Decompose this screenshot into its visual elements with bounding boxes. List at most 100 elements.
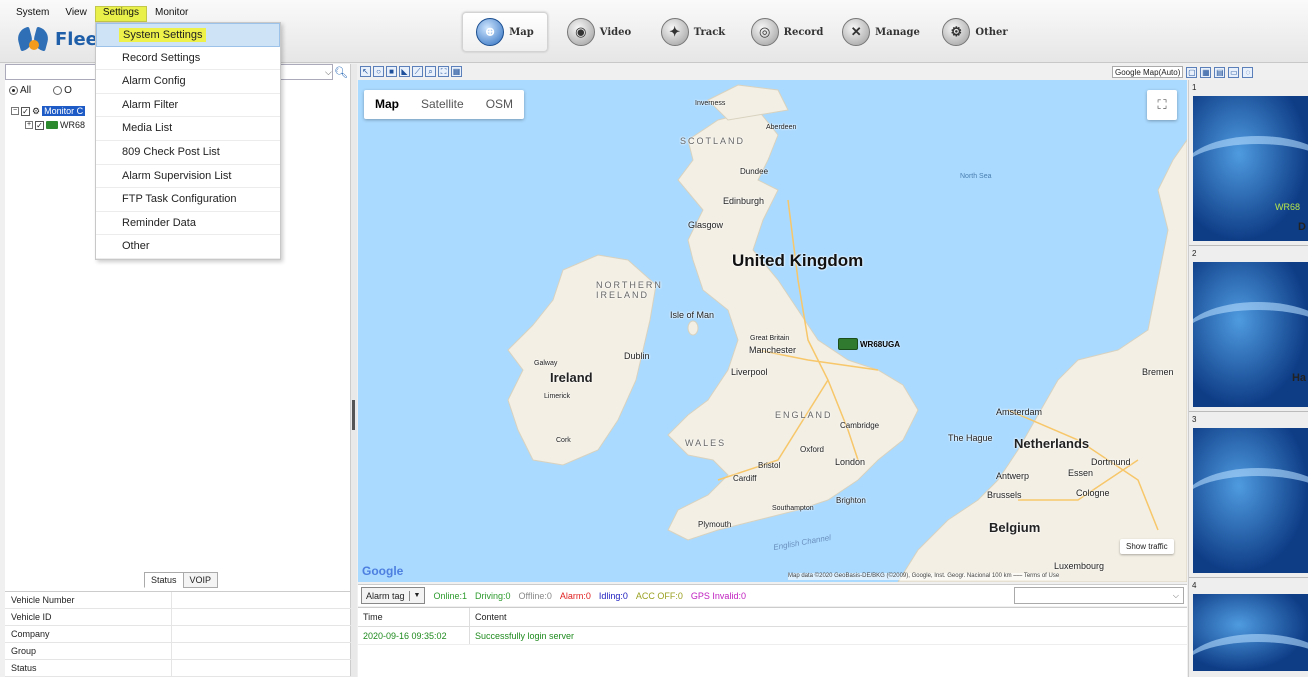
stat-driving[interactable]: Driving:0 xyxy=(475,591,511,601)
map-label-limerick: Limerick xyxy=(544,393,571,400)
map-view[interactable]: United Kingdom Ireland Netherlands Belgi… xyxy=(358,80,1187,582)
camera-icon: ◉ xyxy=(566,18,595,46)
video-slot[interactable]: 3 Ha xyxy=(1189,372,1308,578)
map-label-cambridge: Cambridge xyxy=(840,421,880,430)
stat-gps-invalid[interactable]: GPS Invalid:0 xyxy=(691,591,746,601)
search-icon[interactable]: 🔍︎ xyxy=(333,64,349,80)
menu-item-alarm-filter[interactable]: Alarm Filter xyxy=(96,94,280,118)
tree-node-vehicle[interactable]: + ✓ WR68 xyxy=(11,118,85,132)
zoom-tool-icon[interactable]: ⌕ xyxy=(425,66,436,77)
land-continent xyxy=(897,139,1187,582)
menu-item-ftp-task-configuration[interactable]: FTP Task Configuration xyxy=(96,188,280,212)
layout-4-icon[interactable]: ▦ xyxy=(1200,66,1212,78)
circle-tool-icon[interactable]: ○ xyxy=(373,66,384,77)
filter-other-radio[interactable]: O xyxy=(53,85,72,96)
checkbox[interactable]: ✓ xyxy=(21,106,30,116)
info-key: Vehicle ID xyxy=(5,609,172,625)
info-key: Vehicle Number xyxy=(5,592,172,608)
map-label-cardiff: Cardiff xyxy=(733,474,757,483)
menu-item-other[interactable]: Other xyxy=(96,235,280,259)
layout-grid-icon[interactable]: ▤ xyxy=(1214,66,1226,78)
show-traffic-button[interactable]: Show traffic xyxy=(1120,539,1174,554)
gear-icon: ⚙ xyxy=(942,18,971,46)
menu-item-system-settings[interactable]: System Settings xyxy=(96,23,280,47)
map-type-osm[interactable]: OSM xyxy=(475,90,524,119)
map-provider-select[interactable]: Google Map(Auto) xyxy=(1112,66,1184,78)
radio-label: O xyxy=(64,85,72,96)
manage-icon: ✕ xyxy=(842,18,871,46)
checkbox[interactable]: ✓ xyxy=(35,120,44,130)
video-slot[interactable]: 4 xyxy=(1189,578,1308,675)
status-select[interactable]: ⌵ xyxy=(1014,587,1184,604)
tab-status[interactable]: Status xyxy=(144,572,184,588)
vehicle-marker[interactable]: WR68UGA xyxy=(838,338,900,350)
menu-view[interactable]: View xyxy=(57,6,95,22)
menu-system[interactable]: System xyxy=(8,6,57,22)
menu-item-reminder-data[interactable]: Reminder Data xyxy=(96,212,280,236)
tree-node-label[interactable]: WR68 xyxy=(60,120,85,130)
video-screen[interactable] xyxy=(1193,262,1308,407)
polygon-tool-icon[interactable]: ◣ xyxy=(399,66,410,77)
stat-alarm[interactable]: Alarm:0 xyxy=(560,591,591,601)
fit-tool-icon[interactable]: ⛶ xyxy=(438,66,449,77)
video-slot[interactable]: 1 WR68 xyxy=(1189,80,1308,246)
alarm-tag-label: Alarm tag xyxy=(362,590,410,601)
stat-online[interactable]: Online:1 xyxy=(433,591,467,601)
map-toolbar: ↖ ○ ■ ◣ ⟋ ⌕ ⛶ ▦ xyxy=(360,66,462,77)
video-screen[interactable]: WR68 xyxy=(1193,96,1308,241)
menu-item-record-settings[interactable]: Record Settings xyxy=(96,47,280,71)
menu-item-alarm-supervision-list[interactable]: Alarm Supervision List xyxy=(96,165,280,189)
map-type-satellite[interactable]: Satellite xyxy=(410,90,475,119)
map-label-edinburgh: Edinburgh xyxy=(723,196,765,206)
fullscreen-icon[interactable]: ⛶ xyxy=(1147,90,1177,120)
nav-label: Manage xyxy=(875,26,920,38)
menu-item-media-list[interactable]: Media List xyxy=(96,117,280,141)
line-tool-icon[interactable]: ⟋ xyxy=(412,66,423,77)
chevron-down-icon[interactable]: ⌵ xyxy=(325,67,332,78)
stat-idling[interactable]: Idling:0 xyxy=(599,591,628,601)
splitter-grip[interactable] xyxy=(352,400,355,430)
video-screen[interactable] xyxy=(1193,594,1308,671)
menu-item-809-check-post-list[interactable]: 809 Check Post List xyxy=(96,141,280,165)
nav-map-button[interactable]: ⊕ Map xyxy=(462,12,548,52)
nav-track-button[interactable]: ✦ Track xyxy=(650,12,736,52)
log-header-time[interactable]: Time xyxy=(358,608,470,626)
measure-tool-icon[interactable]: ▦ xyxy=(451,66,462,77)
info-row: Vehicle ID xyxy=(5,609,351,626)
video-slot[interactable]: 2 D xyxy=(1189,221,1308,412)
nav-video-button[interactable]: ◉ Video xyxy=(556,12,642,52)
nav-label: Track xyxy=(693,26,726,38)
stat-acc-off[interactable]: ACC OFF:0 xyxy=(636,591,683,601)
map-label-netherlands: Netherlands xyxy=(1014,436,1090,451)
pointer-tool-icon[interactable]: ↖ xyxy=(360,66,371,77)
vehicle-info-table: Vehicle Number Vehicle ID Company Group … xyxy=(5,591,351,677)
table-row[interactable]: 2020-09-16 09:35:02 Successfully login s… xyxy=(358,627,1187,645)
menu-item-label: System Settings xyxy=(119,28,207,42)
menu-monitor[interactable]: Monitor xyxy=(147,6,196,22)
tree-node-root[interactable]: − ✓ ⚙ Monitor C xyxy=(11,104,86,118)
panel-splitter[interactable] xyxy=(351,64,357,677)
expand-icon[interactable]: + xyxy=(25,121,33,129)
rectangle-tool-icon[interactable]: ■ xyxy=(386,66,397,77)
alarm-tag-dropdown[interactable]: Alarm tag ▼ xyxy=(361,587,426,604)
nav-other-button[interactable]: ⚙ Other xyxy=(932,12,1018,52)
map-label-great-britain: Great Britain xyxy=(750,335,790,342)
tab-voip[interactable]: VOIP xyxy=(182,572,219,588)
stat-offline[interactable]: Offline:0 xyxy=(519,591,552,601)
filter-all-radio[interactable]: All xyxy=(9,85,31,96)
tree-node-label[interactable]: Monitor C xyxy=(42,106,86,116)
collapse-icon[interactable]: − xyxy=(11,107,19,115)
settings-icon[interactable]: ◌ xyxy=(1242,66,1254,78)
video-slot-number: 3 xyxy=(1192,415,1197,424)
map-label-brighton: Brighton xyxy=(836,496,866,505)
menu-item-alarm-config[interactable]: Alarm Config xyxy=(96,70,280,94)
video-screen[interactable] xyxy=(1193,428,1308,573)
map-type-map[interactable]: Map xyxy=(364,90,410,119)
map-label-isle-of-man: Isle of Man xyxy=(670,310,715,320)
nav-manage-button[interactable]: ✕ Manage xyxy=(838,12,924,52)
log-header-content[interactable]: Content xyxy=(470,608,507,626)
menu-settings[interactable]: Settings xyxy=(94,6,147,22)
layout-1-icon[interactable]: ▢ xyxy=(1186,66,1198,78)
nav-record-button[interactable]: ◎ Record xyxy=(744,12,830,52)
screen-icon[interactable]: ▭ xyxy=(1228,66,1240,78)
